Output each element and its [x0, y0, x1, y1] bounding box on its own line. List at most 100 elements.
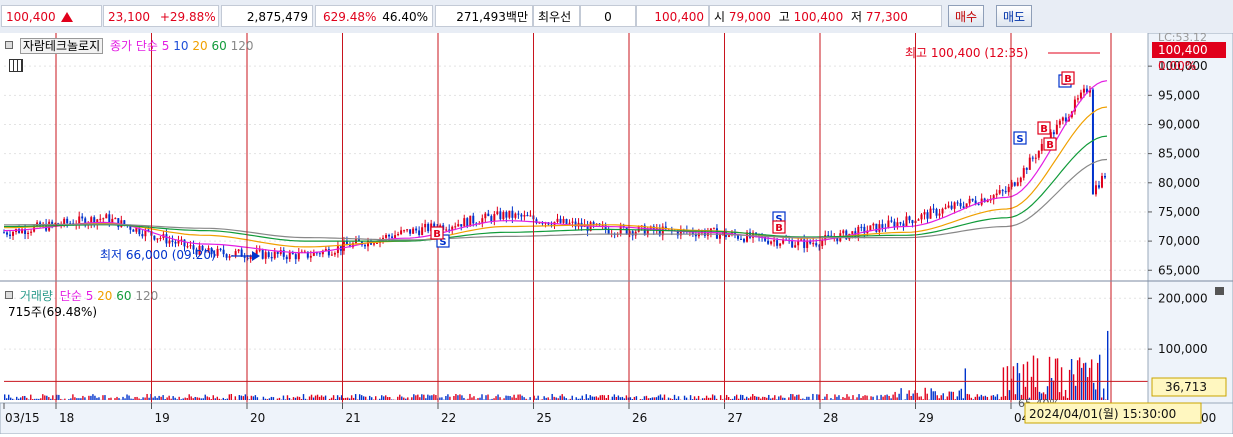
- volume-bar: [197, 397, 198, 400]
- volume-bar: [728, 397, 729, 400]
- candle-body: [719, 234, 721, 238]
- volume-bar: [104, 395, 105, 400]
- volume-bar: [471, 397, 472, 400]
- volume-bar: [467, 399, 468, 400]
- candle-body: [460, 224, 462, 226]
- volume-bar: [1009, 390, 1010, 400]
- volume-bar: [174, 398, 175, 400]
- volume-bar: [1091, 359, 1092, 400]
- candle-body: [951, 206, 953, 209]
- legend-ma10: 10: [173, 39, 188, 53]
- candle-body: [295, 254, 297, 259]
- volume-bar: [140, 399, 141, 400]
- volume-bar: [1103, 388, 1104, 400]
- volume-bar: [425, 398, 426, 400]
- volume-bar: [672, 399, 673, 400]
- volume-bar: [1077, 360, 1078, 400]
- signal-letter: B: [775, 223, 783, 234]
- candle-body: [942, 209, 944, 214]
- candle-body: [1041, 144, 1043, 151]
- volume-bar: [594, 397, 595, 400]
- sell-button[interactable]: 매도: [996, 5, 1032, 27]
- volume-bar: [509, 396, 510, 400]
- volume-bar: [369, 396, 370, 400]
- last-price-text: 100,400: [1158, 43, 1208, 57]
- volume-bar: [387, 397, 388, 400]
- volume-bar: [760, 399, 761, 400]
- volume-bar: [54, 399, 55, 400]
- volume-bar: [894, 392, 895, 400]
- buy-button[interactable]: 매수: [948, 5, 984, 27]
- candle-body: [397, 234, 399, 235]
- candle-body: [978, 204, 980, 205]
- candle-body: [141, 234, 143, 236]
- candle-body: [27, 233, 29, 234]
- time-tick-label: 25: [537, 411, 552, 425]
- volume-bar: [790, 394, 791, 400]
- candle-body: [945, 208, 947, 209]
- candle-body: [960, 203, 962, 206]
- stock-name-badge[interactable]: 자람테크놀로지: [20, 38, 103, 54]
- volume-bar: [32, 399, 33, 400]
- volume-bar: [570, 399, 571, 400]
- candle-body: [508, 211, 510, 218]
- legend-close: 종가: [110, 39, 132, 53]
- volume-bar: [195, 397, 196, 400]
- volume-bar: [768, 395, 769, 400]
- candle-body: [268, 252, 270, 257]
- volume-bar: [870, 396, 871, 400]
- volume-bar: [317, 395, 318, 400]
- volume-bar: [413, 394, 414, 400]
- candle-body: [259, 250, 261, 251]
- price-tick-label: 80,000: [1158, 176, 1200, 190]
- volume-bar: [754, 396, 755, 400]
- volume-bar: [435, 395, 436, 400]
- candle-body: [767, 241, 769, 244]
- volume-bar: [427, 395, 428, 400]
- volume-bar: [794, 396, 795, 400]
- candle-body: [511, 211, 513, 218]
- candle-body: [908, 216, 910, 220]
- volume-bar: [800, 399, 801, 400]
- volume-bar: [309, 396, 310, 400]
- low-value: 77,300: [866, 10, 908, 24]
- volume-bar: [912, 394, 913, 400]
- volume-bar: [132, 399, 133, 400]
- volume-bar: [943, 393, 944, 400]
- legend-box-icon: [5, 291, 13, 299]
- volume-bar: [844, 398, 845, 400]
- candle-body: [872, 224, 874, 226]
- candle-body: [102, 218, 104, 219]
- volume-bar: [251, 396, 252, 400]
- volume-bar: [170, 399, 171, 400]
- volume-bar: [431, 395, 432, 400]
- candle-body: [779, 244, 781, 246]
- volume-bar: [770, 399, 771, 400]
- volume-bar: [52, 395, 53, 400]
- volume-bar: [477, 398, 478, 400]
- candle-body: [713, 228, 715, 229]
- volume-bar: [22, 396, 23, 400]
- volume-bar: [128, 396, 129, 400]
- candle-body: [30, 232, 32, 233]
- volume-bar: [273, 397, 274, 400]
- volume-bar: [439, 398, 440, 400]
- volume-bar: [231, 394, 232, 400]
- open-value: 79,000: [729, 10, 771, 24]
- volume-bar: [515, 398, 516, 400]
- candle-body: [821, 241, 823, 247]
- chart-area[interactable]: SBSBSBSBB 100,00095,00090,00085,00080,00…: [0, 33, 1233, 434]
- legend-volume: 거래량: [20, 289, 53, 303]
- candle-body: [1104, 176, 1106, 178]
- candle-body: [1005, 191, 1007, 192]
- volume-bar: [967, 394, 968, 400]
- table-icon[interactable]: [9, 59, 23, 72]
- price-volume-chart[interactable]: SBSBSBSBB 100,00095,00090,00085,00080,00…: [0, 33, 1233, 434]
- candle-body: [917, 219, 919, 220]
- candle-body: [454, 226, 456, 227]
- volume-bar: [910, 396, 911, 400]
- volume-bar: [191, 396, 192, 400]
- volume-bar: [632, 399, 633, 400]
- volume-bar: [684, 396, 685, 400]
- volume-bar: [351, 395, 352, 400]
